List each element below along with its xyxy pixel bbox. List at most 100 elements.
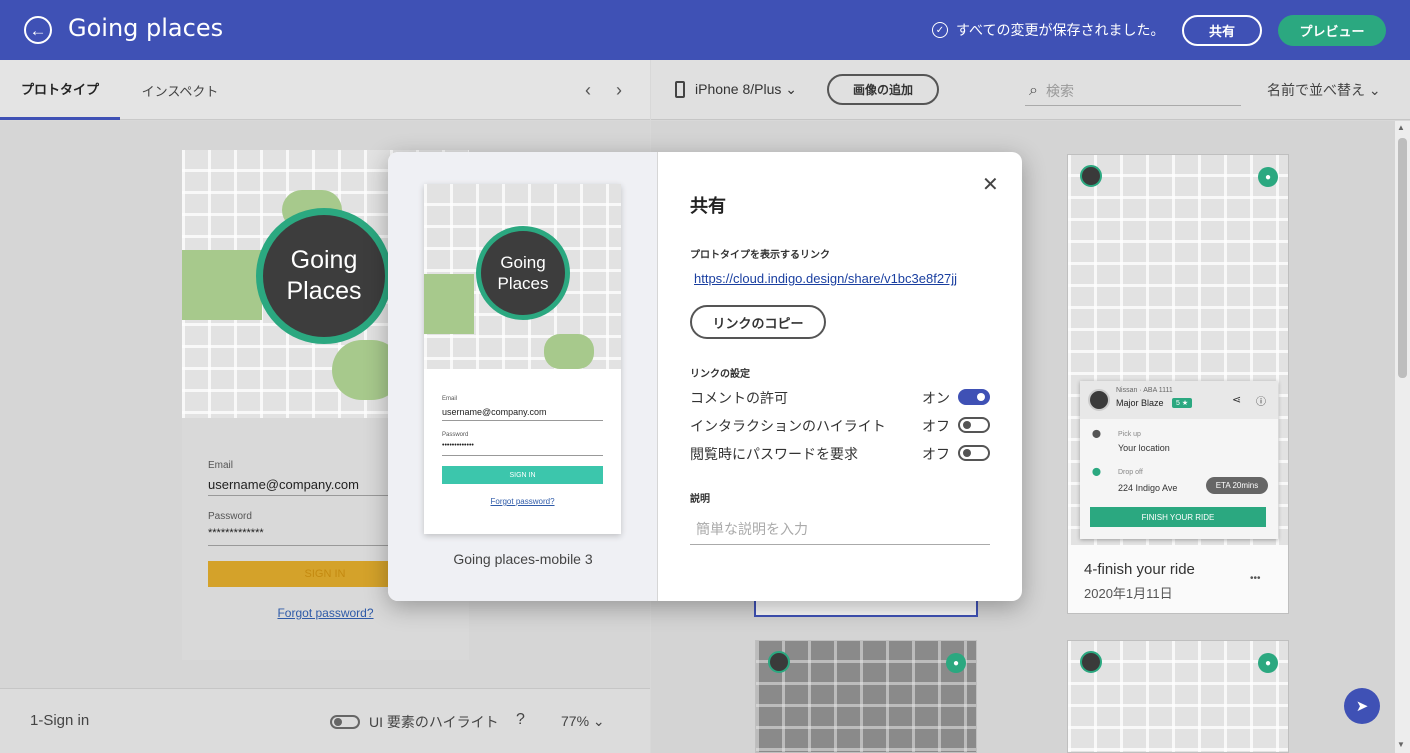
sort-label: 名前で並べ替え [1267,82,1365,98]
sort-select[interactable]: 名前で並べ替え ⌄ [1267,80,1381,100]
password-label: Password [442,432,469,438]
driver-rating: 5 ★ [1172,398,1193,408]
driver-car: Nissan · ABA 1111 [1116,387,1173,394]
info-icon[interactable]: ⓘ [1256,393,1266,408]
help-icon[interactable]: ? [516,711,525,729]
screen-card[interactable]: ● Nissan · ABA 1111 Major Blaze 5 ★ ⋖ ⓘ … [1067,154,1289,614]
pickup-label: Pick up [1118,431,1141,438]
pickup-pin-icon: ⬤ [1092,429,1101,438]
search-field[interactable]: ⌕ 検索 [1025,76,1241,106]
device-select[interactable]: iPhone 8/Plus ⌄ [695,81,797,98]
saved-status: ✓ すべての変更が保存されました。 [932,20,1164,40]
email-field: username@company.com [442,407,603,421]
going-places-logo: Going Places [256,208,392,344]
dropoff-pin-icon: ⬤ [1092,467,1101,476]
sign-in-button: SIGN IN [442,466,603,484]
preview-button[interactable]: プレビュー [1278,15,1386,46]
setting-interaction-highlight: インタラクションのハイライト オフ [690,414,990,436]
allow-comments-toggle[interactable] [958,389,990,405]
chevron-down-icon: ⌄ [785,81,798,97]
saved-status-text: すべての変更が保存されました。 [956,22,1165,38]
send-icon[interactable]: ➤ [1344,688,1380,724]
share-dialog: Going Places Email username@company.com … [388,152,1022,601]
description-label: 説明 [690,494,710,505]
email-label: Email [208,460,234,471]
finish-ride-button: FINISH YOUR RIDE [1090,507,1266,527]
setting-label: インタラクションのハイライト [690,418,886,434]
ride-info-panel: Nissan · ABA 1111 Major Blaze 5 ★ ⋖ ⓘ ⬤ … [1080,381,1278,539]
tab-prototype[interactable]: プロトタイプ [0,60,120,120]
avatar [1080,651,1102,673]
right-toolbar: iPhone 8/Plus ⌄ 画像の追加 ⌕ 検索 名前で並べ替え ⌄ [651,60,1410,120]
card-date: 2020年1月11日 [1084,586,1173,601]
left-tabs: プロトタイプ インスペクト ‹ › [0,60,650,120]
require-password-toggle[interactable] [958,445,990,461]
zoom-select[interactable]: 77% ⌄ [561,713,605,730]
setting-value: オン [922,390,950,406]
back-arrow-icon[interactable]: ← [24,16,52,44]
scroll-up-icon[interactable]: ▲ [1397,123,1405,132]
driver-name: Major Blaze [1116,398,1164,408]
left-footer: 1-Sign in UI 要素のハイライト ? 77% ⌄ [0,688,650,753]
chevron-down-icon: ⌄ [1368,82,1381,98]
avatar [1080,165,1102,187]
dropoff-value: 224 Indigo Ave [1118,483,1178,493]
forgot-password-link: Forgot password? [490,497,555,506]
phone-icon [675,81,685,98]
setting-value: オフ [922,446,950,462]
password-field: ••••••••••••• [442,442,603,456]
bell-icon: ● [1258,167,1278,187]
ui-highlight-label: UI 要素のハイライト [369,714,499,730]
setting-label: 閲覧時にパスワードを要求 [690,446,858,462]
close-icon[interactable]: ✕ [982,172,999,197]
device-name: iPhone 8/Plus [695,81,782,97]
pickup-value: Your location [1118,443,1170,453]
screen-card[interactable]: ● [755,640,977,753]
ui-highlight-toggle[interactable] [330,715,360,729]
avatar [768,651,790,673]
more-icon[interactable]: ••• [1250,573,1261,584]
link-settings-label: リンクの設定 [690,369,750,380]
copy-link-button[interactable]: リンクのコピー [690,305,826,339]
bell-icon: ● [1258,653,1278,673]
screen-thumbnail: Going Places Email username@company.com … [424,184,621,534]
chevron-right-icon[interactable]: › [616,80,622,101]
map-background: ● Nissan · ABA 1111 Major Blaze 5 ★ ⋖ ⓘ … [1068,155,1288,545]
add-image-button[interactable]: 画像の追加 [827,74,939,105]
search-placeholder: 検索 [1045,82,1074,99]
tab-inspect[interactable]: インスペクト [120,60,240,120]
check-circle-icon: ✓ [932,22,948,38]
going-places-logo: Going Places [476,226,570,320]
eta-badge: ETA 20mins [1206,477,1268,494]
dialog-preview-pane: Going Places Email username@company.com … [388,152,658,601]
screen-name: 1-Sign in [30,712,90,729]
forgot-password-link[interactable]: Forgot password? [182,606,469,620]
chevron-left-icon[interactable]: ‹ [585,80,591,101]
screen-card[interactable]: ● [1067,640,1289,753]
link-section-label: プロトタイプを表示するリンク [690,250,830,261]
setting-require-password: 閲覧時にパスワードを要求 オフ [690,442,990,464]
dropoff-label: Drop off [1118,469,1143,476]
password-label: Password [208,511,252,522]
setting-value: オフ [922,418,950,434]
share-link[interactable]: https://cloud.indigo.design/share/v1bc3e… [694,271,957,286]
setting-label: コメントの許可 [690,390,788,406]
scrollbar-thumb[interactable] [1398,138,1407,378]
zoom-value: 77% [561,713,590,729]
interaction-highlight-toggle[interactable] [958,417,990,433]
setting-allow-comments: コメントの許可 オン [690,386,990,408]
driver-avatar [1088,389,1110,411]
thumbnail-caption: Going places-mobile 3 [453,551,593,567]
bell-icon: ● [946,653,966,673]
chevron-down-icon: ⌄ [592,713,605,729]
email-label: Email [442,396,458,402]
card-title: 4-finish your ride [1084,561,1195,578]
search-icon: ⌕ [1029,81,1038,99]
share-button[interactable]: 共有 [1182,15,1262,46]
app-title: Going places [68,14,224,42]
description-input[interactable] [690,514,990,545]
top-bar: ← Going places ✓ すべての変更が保存されました。 共有 プレビュ… [0,0,1410,60]
dialog-title: 共有 [690,196,726,216]
scroll-down-icon[interactable]: ▼ [1397,740,1405,749]
share-icon[interactable]: ⋖ [1232,393,1241,406]
